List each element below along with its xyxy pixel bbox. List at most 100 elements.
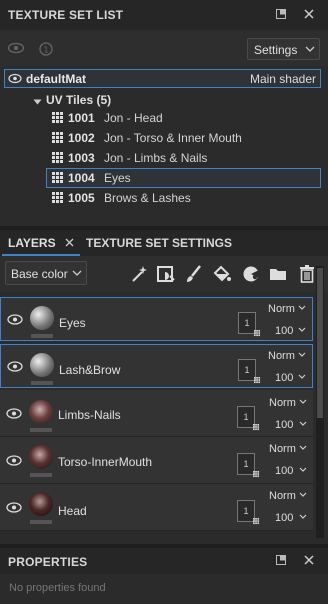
folder-icon[interactable]	[268, 264, 288, 284]
layer-row[interactable]: Head 1 Norm 100	[0, 484, 313, 531]
chevron-down-icon	[299, 489, 307, 503]
empty-state-text: No properties found	[9, 582, 106, 594]
mask-grid-icon	[253, 518, 260, 525]
layer-row[interactable]: Limbs-Nails 1 Norm 100	[0, 390, 313, 437]
chevron-down-icon	[305, 41, 315, 60]
blend-mode[interactable]: Norm	[268, 350, 295, 362]
layer-thumbnail	[29, 492, 53, 516]
layer-name: Limbs-Nails	[58, 408, 121, 422]
eye-icon[interactable]	[7, 314, 23, 325]
uv-tile-id: 1004	[68, 171, 95, 185]
uv-tile-row[interactable]: 1001 Jon - Head	[46, 108, 321, 128]
layer-name: Eyes	[59, 316, 86, 330]
tab-layers[interactable]: LAYERS	[2, 230, 80, 256]
eye-icon[interactable]	[6, 408, 22, 419]
uv-tile-name: Jon - Head	[104, 111, 163, 125]
close-icon[interactable]	[302, 8, 316, 22]
layer-stack: Eyes 1 Norm 100 Lash&Brow 1 Norm 100 Lim…	[0, 296, 314, 546]
uv-tile-id: 1003	[68, 151, 95, 165]
chevron-down-icon	[72, 265, 82, 284]
layers-tab-bar: LAYERS TEXTURE SET SETTINGS	[0, 230, 328, 256]
eye-toggle-icon[interactable]	[7, 42, 25, 57]
add-effect-icon[interactable]	[129, 264, 149, 284]
uv-tile-list: 1001 Jon - Head 1002 Jon - Torso & Inner…	[46, 108, 322, 210]
opacity-value[interactable]: 100	[275, 325, 293, 337]
layer-thumbnail-bar	[31, 381, 53, 385]
opacity-value[interactable]: 100	[275, 372, 293, 384]
shader-name: Main shader	[249, 72, 316, 86]
texture-set-defaultmat[interactable]: defaultMat Main shader	[4, 69, 321, 88]
layer-thumbnail	[29, 400, 53, 424]
layer-thumbnail-bar	[30, 473, 52, 477]
tab-label: TEXTURE SET SETTINGS	[86, 236, 233, 250]
properties-header: PROPERTIES	[0, 548, 328, 574]
panel-title: TEXTURE SET LIST	[8, 8, 124, 22]
chevron-down-icon	[299, 396, 307, 410]
properties-body: No properties found	[0, 574, 328, 604]
panel-title: PROPERTIES	[8, 555, 88, 569]
tab-texture-set-settings[interactable]: TEXTURE SET SETTINGS	[80, 230, 238, 256]
opacity-value[interactable]: 100	[275, 465, 293, 477]
uv-tile-row[interactable]: 1005 Brows & Lashes	[46, 188, 321, 208]
uv-tile-name: Eyes	[104, 171, 131, 185]
layer-row-selected[interactable]: Lash&Brow 1 Norm 100	[0, 344, 313, 388]
layers-scrollbar-thumb[interactable]	[317, 268, 323, 418]
uv-tile-row-selected[interactable]: 1004 Eyes	[46, 168, 321, 188]
close-icon[interactable]	[302, 554, 316, 568]
chevron-down-icon	[299, 418, 307, 432]
blend-mode[interactable]: Norm	[269, 490, 296, 502]
float-panel-icon[interactable]	[274, 8, 288, 22]
chevron-down-icon	[299, 464, 307, 478]
uv-tile-name: Jon - Limbs & Nails	[104, 151, 208, 165]
uv-tile-icon	[52, 112, 64, 124]
chevron-down-icon	[299, 511, 307, 525]
eye-icon[interactable]	[6, 502, 22, 513]
chevron-down-icon	[298, 302, 306, 316]
tab-label: LAYERS	[8, 236, 56, 250]
blend-mode[interactable]: Norm	[269, 443, 296, 455]
channel-dropdown[interactable]: Base color	[5, 261, 87, 285]
float-panel-icon[interactable]	[274, 554, 288, 568]
uv-tile-id: 1001	[68, 111, 95, 125]
solo-icon[interactable]: 1	[38, 42, 54, 59]
settings-label: Settings	[254, 43, 298, 57]
texture-set-list-header: TEXTURE SET LIST	[0, 0, 328, 30]
uv-tile-id: 1002	[68, 131, 95, 145]
smart-material-icon[interactable]	[241, 264, 261, 284]
uv-tile-row[interactable]: 1002 Jon - Torso & Inner Mouth	[46, 128, 321, 148]
blend-mode[interactable]: Norm	[269, 397, 296, 409]
eye-icon[interactable]	[7, 361, 23, 372]
layer-thumbnail-bar	[31, 334, 53, 338]
uv-tile-icon	[52, 172, 64, 184]
channel-label: Base color	[11, 267, 68, 281]
mask-grid-icon	[254, 330, 261, 337]
layer-name: Torso-InnerMouth	[58, 455, 153, 469]
layer-thumbnail-bar	[30, 428, 52, 432]
fill-layer-icon[interactable]	[212, 264, 232, 284]
uv-tile-icon	[52, 152, 64, 164]
uv-tiles-group: UV Tiles (5)	[46, 93, 112, 107]
mask-grid-icon	[253, 424, 260, 431]
layer-row-selected[interactable]: Eyes 1 Norm 100	[0, 297, 313, 341]
uv-tile-row[interactable]: 1003 Jon - Limbs & Nails	[46, 148, 321, 168]
trash-icon[interactable]	[297, 264, 317, 284]
layer-thumbnail	[30, 306, 54, 330]
uv-tile-name: Jon - Torso & Inner Mouth	[104, 131, 242, 145]
opacity-value[interactable]: 100	[275, 512, 293, 524]
layer-name: Lash&Brow	[59, 363, 121, 377]
svg-text:1: 1	[44, 46, 49, 55]
close-icon[interactable]	[65, 236, 74, 250]
eye-icon[interactable]	[6, 455, 22, 466]
uv-tile-icon	[52, 132, 64, 144]
settings-dropdown[interactable]: Settings	[247, 38, 320, 60]
eye-icon[interactable]	[8, 73, 22, 87]
paint-layer-icon[interactable]	[184, 264, 204, 284]
blend-mode[interactable]: Norm	[268, 303, 295, 315]
add-mask-icon[interactable]	[156, 264, 176, 284]
layer-row[interactable]: Torso-InnerMouth 1 Norm 100	[0, 437, 313, 484]
layer-thumbnail	[30, 353, 54, 377]
uv-tile-id: 1005	[68, 191, 95, 205]
opacity-value[interactable]: 100	[275, 419, 293, 431]
layer-thumbnail	[29, 445, 53, 469]
chevron-down-icon[interactable]	[33, 95, 42, 109]
